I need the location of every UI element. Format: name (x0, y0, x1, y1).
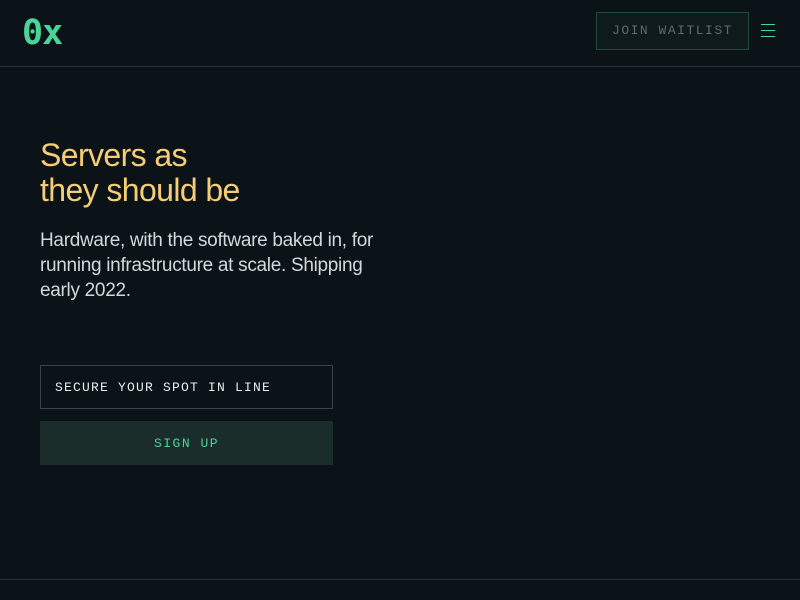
site-header: 0x JOIN WAITLIST (0, 0, 800, 67)
hero-title: Servers as they should be (40, 138, 420, 208)
logo[interactable]: 0x (22, 12, 63, 54)
footer-divider (0, 579, 800, 580)
hamburger-menu-icon[interactable] (761, 24, 775, 37)
hero-title-line-2: they should be (40, 172, 240, 208)
join-waitlist-button[interactable]: JOIN WAITLIST (596, 12, 749, 50)
hero-subtitle: Hardware, with the software baked in, fo… (40, 230, 374, 301)
sign-up-button[interactable]: SIGN UP (40, 421, 333, 465)
hero-title-line-1: Servers as (40, 137, 188, 173)
email-input[interactable] (40, 365, 333, 409)
